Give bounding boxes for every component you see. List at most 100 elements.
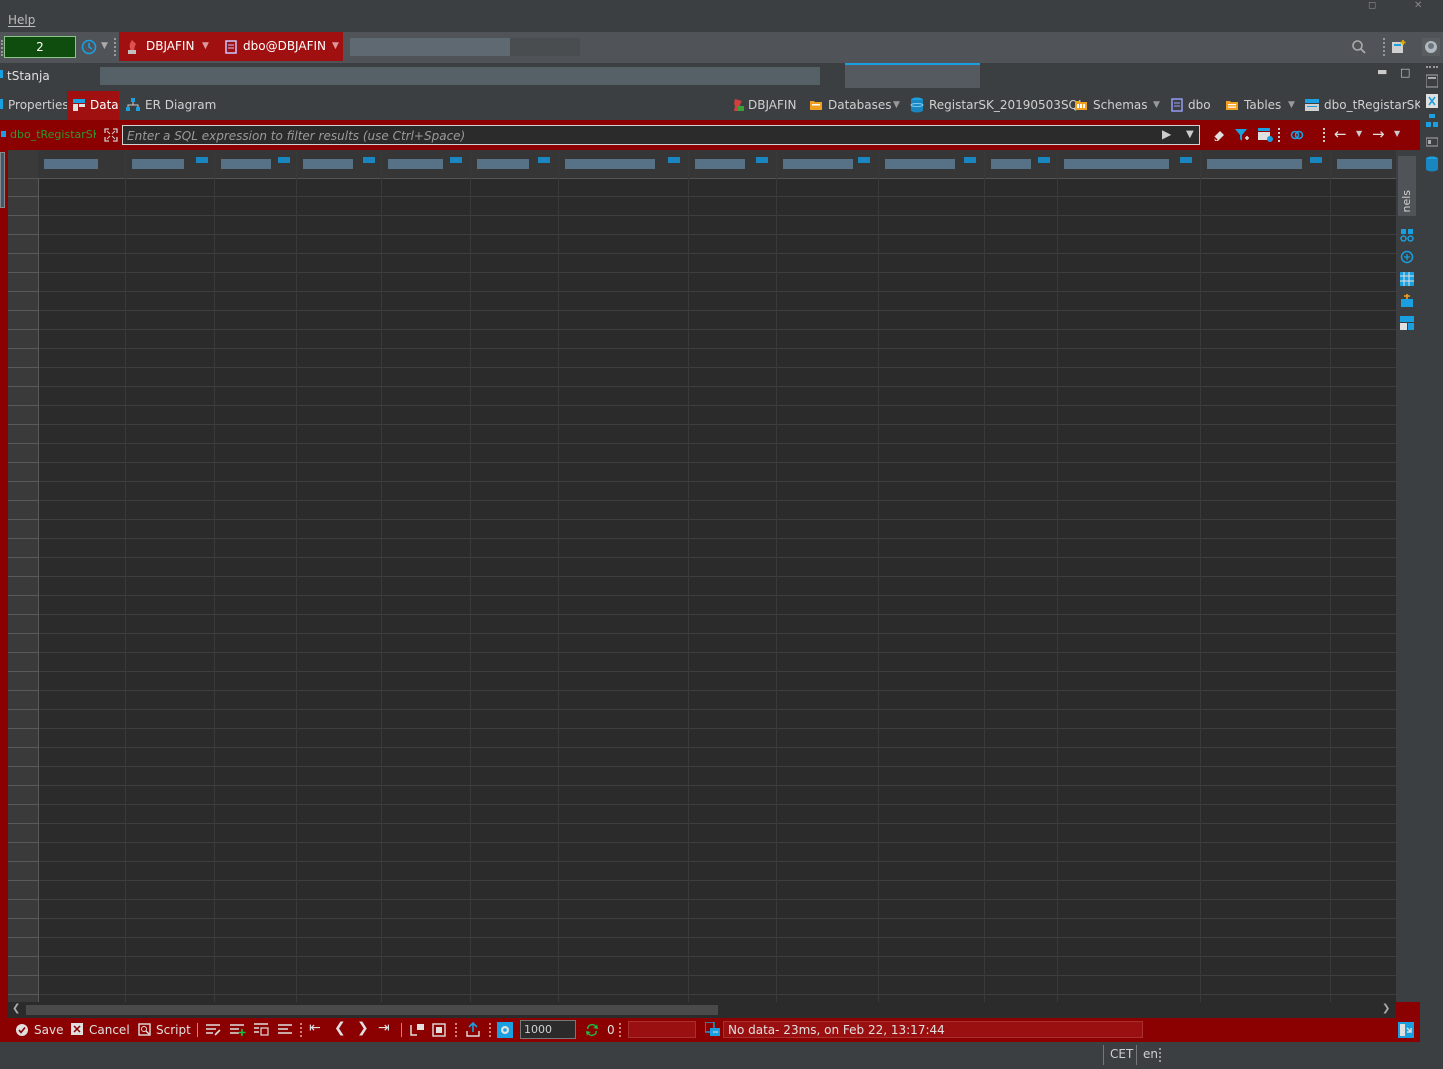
- schema-selector[interactable]: dbo@DBJAFIN: [243, 38, 326, 54]
- timezone-indicator[interactable]: CET: [1103, 1045, 1139, 1065]
- datasource-crumb-icon: [734, 99, 744, 111]
- breadcrumb-dropdown-icon[interactable]: ▼: [1288, 100, 1295, 110]
- filter-table-icon: [1, 131, 6, 137]
- tab-properties[interactable]: Properties: [8, 98, 69, 112]
- schema-dropdown-icon[interactable]: ▼: [332, 41, 339, 51]
- tab-data[interactable]: Data: [90, 98, 119, 112]
- back-dropdown-icon[interactable]: ▼: [1356, 129, 1362, 138]
- save-button[interactable]: Save: [34, 1023, 63, 1037]
- script-icon: [138, 1023, 151, 1036]
- redacted-toolbar-area-2: [510, 38, 580, 56]
- horizontal-scrollbar[interactable]: ❮ ❯: [8, 1002, 1396, 1018]
- menu-bar: Help ◻ ✕: [0, 0, 1443, 32]
- fetch-all-icon[interactable]: [432, 1023, 446, 1037]
- previous-page-icon[interactable]: ❮: [334, 1020, 346, 1036]
- scroll-thumb[interactable]: [26, 1005, 718, 1015]
- metadata-panel-icon[interactable]: [1400, 250, 1414, 264]
- filter-funnel-icon[interactable]: [1234, 128, 1250, 142]
- transaction-counter[interactable]: 2: [4, 36, 76, 58]
- history-clock-icon[interactable]: [81, 39, 97, 55]
- breadcrumb-tables[interactable]: Tables: [1244, 98, 1281, 112]
- filter-table-fade: [96, 126, 100, 146]
- edit-row-icon[interactable]: [206, 1024, 222, 1036]
- status-bar: [0, 1042, 1443, 1069]
- copy-row-icon[interactable]: [254, 1023, 270, 1037]
- datasource-selector[interactable]: DBJAFIN: [146, 38, 194, 54]
- filter-table-name[interactable]: dbo_tRegistarSK: [10, 128, 100, 142]
- results-grid[interactable]: [8, 150, 1396, 1002]
- history-dropdown-icon[interactable]: ▼: [101, 41, 108, 51]
- forward-dropdown-icon[interactable]: ▼: [1394, 129, 1400, 138]
- toolbar-separator: [1323, 128, 1325, 142]
- search-icon[interactable]: [1351, 39, 1367, 55]
- close-window-icon[interactable]: ✕: [1414, 0, 1428, 11]
- schema-icon: [225, 40, 237, 54]
- filter-settings-icon[interactable]: [1258, 128, 1274, 142]
- breadcrumb-schemas[interactable]: Schemas: [1093, 98, 1148, 112]
- side-view-icon[interactable]: [1426, 74, 1438, 88]
- tab-er-diagram[interactable]: ER Diagram: [145, 98, 216, 112]
- statusbar-grip: [1159, 1048, 1161, 1062]
- fetch-size-input[interactable]: 1000: [520, 1020, 576, 1039]
- expand-filter-icon[interactable]: [104, 128, 118, 142]
- toolbar-separator: [114, 38, 116, 56]
- panel-layout-icon[interactable]: [1398, 1022, 1414, 1038]
- delete-row-icon[interactable]: [278, 1024, 294, 1036]
- toolbar-separator: [401, 1023, 402, 1037]
- refresh-link-icon[interactable]: [1290, 128, 1304, 142]
- connections-side-icon[interactable]: [1426, 136, 1438, 148]
- breadcrumb-schema[interactable]: dbo: [1188, 98, 1211, 112]
- database-connection-icon: [128, 40, 136, 54]
- toolbar-separator: [1383, 38, 1385, 56]
- status-field-empty: [628, 1021, 696, 1038]
- add-row-icon[interactable]: [230, 1024, 246, 1036]
- filter-input[interactable]: Enter a SQL expression to filter results…: [122, 125, 1200, 145]
- script-button[interactable]: Script: [156, 1023, 191, 1037]
- panels-toggle-icon[interactable]: [497, 1022, 513, 1038]
- menu-help[interactable]: Help: [8, 13, 35, 27]
- data-grid-icon: [73, 99, 85, 111]
- auto-refresh-icon[interactable]: [584, 1022, 600, 1038]
- calc-panel-icon[interactable]: [1400, 294, 1414, 308]
- apply-filter-icon[interactable]: ▶: [1162, 127, 1171, 141]
- open-perspective-icon[interactable]: [1391, 39, 1407, 55]
- export-icon[interactable]: [466, 1022, 480, 1038]
- breadcrumb-table[interactable]: dbo_tRegistarSK: [1324, 98, 1422, 112]
- maximize-editor-icon[interactable]: □: [1400, 66, 1410, 79]
- grouping-panel-icon[interactable]: [1400, 272, 1414, 286]
- breadcrumb-dropdown-icon[interactable]: ▼: [893, 100, 900, 110]
- restore-window-icon[interactable]: ◻: [1368, 0, 1382, 11]
- references-panel-icon[interactable]: [1400, 316, 1414, 330]
- first-page-icon[interactable]: ⇤: [309, 1020, 321, 1036]
- back-arrow-icon[interactable]: ←: [1334, 125, 1347, 143]
- fetch-next-icon[interactable]: [409, 1023, 425, 1037]
- navigator-side-icon[interactable]: [1426, 114, 1438, 128]
- next-page-icon[interactable]: ❯: [357, 1020, 369, 1036]
- breadcrumb-databases[interactable]: Databases: [828, 98, 892, 112]
- cancel-icon: [71, 1023, 83, 1035]
- status-message: No data- 23ms, on Feb 22, 13:17:44: [728, 1023, 945, 1037]
- filter-history-dropdown-icon[interactable]: ▼: [1186, 129, 1194, 140]
- minimize-editor-icon[interactable]: ▬: [1377, 65, 1387, 78]
- breadcrumb-datasource[interactable]: DBJAFIN: [748, 98, 796, 112]
- folder-icon: [810, 101, 822, 110]
- eraser-icon[interactable]: [1212, 128, 1226, 142]
- dbeaver-perspective-icon[interactable]: [1422, 38, 1440, 56]
- results-grid-lines: [8, 150, 1396, 1002]
- scroll-right-icon[interactable]: ❯: [1382, 1003, 1390, 1014]
- database-side-icon[interactable]: [1425, 156, 1439, 172]
- sql-editor-side-icon[interactable]: [1426, 94, 1438, 108]
- datasource-dropdown-icon[interactable]: ▼: [202, 41, 209, 51]
- value-viewer-icon[interactable]: [1400, 228, 1414, 242]
- status-info-icon: [705, 1022, 720, 1036]
- editor-tab-marker-icon: [0, 70, 3, 78]
- cancel-button[interactable]: Cancel: [89, 1023, 130, 1037]
- database-icon: [910, 97, 924, 113]
- scroll-left-icon[interactable]: ❮: [12, 1003, 20, 1014]
- left-panel-tab[interactable]: [0, 152, 5, 208]
- last-page-icon[interactable]: ⇥: [378, 1020, 390, 1036]
- breadcrumb-database[interactable]: RegistarSK_20190503SQL: [929, 98, 1085, 112]
- breadcrumb-dropdown-icon[interactable]: ▼: [1153, 100, 1160, 110]
- forward-arrow-icon[interactable]: →: [1372, 125, 1385, 143]
- panels-label[interactable]: nels: [1400, 190, 1413, 213]
